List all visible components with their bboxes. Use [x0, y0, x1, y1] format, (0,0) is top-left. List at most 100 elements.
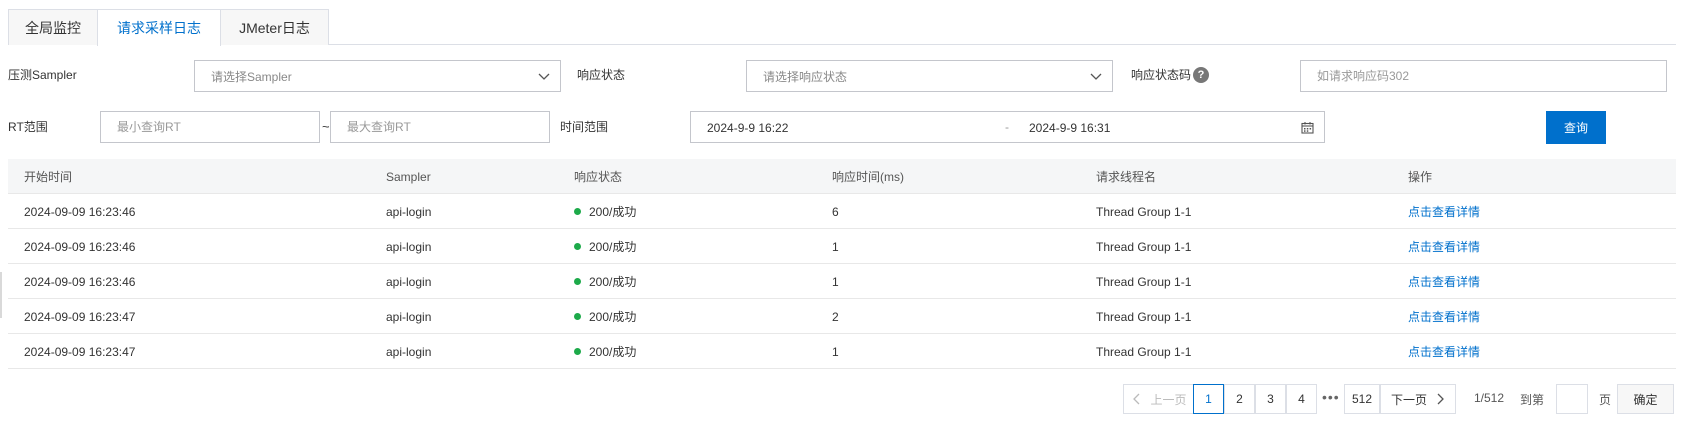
cell-start-time: 2024-09-09 16:23:46 — [24, 204, 136, 219]
cell-status: 200/成功 — [574, 264, 636, 299]
page-button-last[interactable]: 512 — [1344, 384, 1380, 414]
goto-page-input[interactable] — [1556, 384, 1588, 414]
page-unit-label: 页 — [1599, 393, 1612, 407]
sampler-label: 压测Sampler — [8, 68, 77, 82]
page-button-2[interactable]: 2 — [1224, 384, 1255, 414]
time-range-picker[interactable]: 2024-9-9 16:22 - 2024-9-9 16:31 — [690, 111, 1325, 143]
page-summary: 1/512 — [1474, 391, 1505, 405]
tab-request-sampling-log[interactable]: 请求采样日志 — [97, 9, 221, 46]
goto-label: 到第 — [1520, 393, 1545, 407]
column-header-status: 响应状态 — [574, 170, 623, 184]
page-button-4[interactable]: 4 — [1286, 384, 1317, 414]
cell-sampler: api-login — [386, 239, 432, 254]
cell-thread-name: Thread Group 1-1 — [1096, 344, 1192, 359]
table-row: 2024-09-09 16:23:46 api-login 200/成功 6 T… — [8, 194, 1676, 229]
query-button[interactable]: 查询 — [1546, 111, 1606, 144]
cell-thread-name: Thread Group 1-1 — [1096, 239, 1192, 254]
cell-response-time: 1 — [832, 274, 839, 289]
cell-sampler: api-login — [386, 309, 432, 324]
chevron-down-icon — [538, 73, 550, 80]
cell-thread-name: Thread Group 1-1 — [1096, 274, 1192, 289]
prev-page-button[interactable]: 上一页 — [1123, 384, 1196, 414]
cell-thread-name: Thread Group 1-1 — [1096, 204, 1192, 219]
code-input[interactable] — [1300, 60, 1667, 92]
status-text: 200/成功 — [589, 205, 637, 219]
goto-page-field[interactable] — [1557, 385, 1587, 413]
status-text: 200/成功 — [589, 275, 637, 289]
success-status-dot — [574, 243, 581, 250]
view-details-link[interactable]: 点击查看详情 — [1408, 194, 1480, 229]
view-details-link[interactable]: 点击查看详情 — [1408, 334, 1480, 369]
tab-bar: 全局监控 JMeter日志 请求采样日志 — [8, 9, 1676, 46]
cell-response-time: 6 — [832, 204, 839, 219]
cell-status: 200/成功 — [574, 334, 636, 369]
left-edge-handle — [0, 272, 2, 318]
confirm-goto-button[interactable]: 确定 — [1617, 384, 1674, 414]
cell-status: 200/成功 — [574, 299, 636, 334]
cell-response-time: 1 — [832, 239, 839, 254]
sampler-select-placeholder: 请选择Sampler — [211, 69, 292, 84]
column-header-sampler: Sampler — [386, 169, 431, 184]
status-label: 响应状态 — [577, 68, 626, 82]
calendar-icon[interactable] — [1301, 121, 1314, 134]
view-details-link[interactable]: 点击查看详情 — [1408, 229, 1480, 264]
rt-max-input[interactable] — [330, 111, 550, 143]
cell-status: 200/成功 — [574, 194, 636, 229]
time-range-start[interactable]: 2024-9-9 16:22 — [707, 121, 788, 135]
cell-response-time: 2 — [832, 309, 839, 324]
rt-label: RT范围 — [8, 120, 48, 134]
prev-page-label: 上一页 — [1150, 392, 1187, 407]
cell-thread-name: Thread Group 1-1 — [1096, 309, 1192, 324]
tab-jmeter-log[interactable]: JMeter日志 — [220, 9, 329, 45]
help-icon[interactable]: ? — [1193, 67, 1209, 83]
cell-sampler: api-login — [386, 274, 432, 289]
rt-max-field[interactable] — [347, 120, 549, 134]
status-text: 200/成功 — [589, 345, 637, 359]
code-label: 响应状态码 — [1131, 68, 1192, 82]
cell-start-time: 2024-09-09 16:23:46 — [24, 274, 136, 289]
page-button-1[interactable]: 1 — [1193, 384, 1224, 414]
table-header: 开始时间 Sampler 响应状态 响应时间(ms) 请求线程名 操作 — [8, 159, 1676, 194]
table-row: 2024-09-09 16:23:46 api-login 200/成功 1 T… — [8, 229, 1676, 264]
rt-min-field[interactable] — [117, 120, 319, 134]
column-header-action: 操作 — [1408, 170, 1433, 184]
column-header-response-time: 响应时间(ms) — [832, 170, 904, 184]
cell-response-time: 1 — [832, 344, 839, 359]
status-select-placeholder: 请选择响应状态 — [763, 69, 848, 84]
time-range-label: 时间范围 — [560, 120, 609, 134]
table-row: 2024-09-09 16:23:47 api-login 200/成功 2 T… — [8, 299, 1676, 334]
cell-start-time: 2024-09-09 16:23:46 — [24, 239, 136, 254]
column-header-start-time: 开始时间 — [24, 170, 73, 184]
cell-start-time: 2024-09-09 16:23:47 — [24, 309, 136, 324]
success-status-dot — [574, 313, 581, 320]
sample-log-table: 开始时间 Sampler 响应状态 响应时间(ms) 请求线程名 操作 2024… — [8, 159, 1676, 369]
page-button-3[interactable]: 3 — [1255, 384, 1286, 414]
sampler-select[interactable]: 请选择Sampler — [194, 60, 561, 92]
tab-global-monitor[interactable]: 全局监控 — [8, 9, 98, 45]
page-ellipsis: ••• — [1322, 389, 1340, 405]
success-status-dot — [574, 278, 581, 285]
cell-sampler: api-login — [386, 204, 432, 219]
next-page-label: 下一页 — [1390, 392, 1427, 407]
time-range-separator: - — [1005, 120, 1009, 134]
status-text: 200/成功 — [589, 240, 637, 254]
view-details-link[interactable]: 点击查看详情 — [1408, 264, 1480, 299]
rt-min-input[interactable] — [100, 111, 320, 143]
column-header-thread-name: 请求线程名 — [1096, 170, 1157, 184]
table-row: 2024-09-09 16:23:46 api-login 200/成功 1 T… — [8, 264, 1676, 299]
status-text: 200/成功 — [589, 310, 637, 324]
time-range-end[interactable]: 2024-9-9 16:31 — [1029, 121, 1110, 135]
chevron-right-icon — [1437, 393, 1444, 405]
chevron-down-icon — [1090, 73, 1102, 80]
status-select[interactable]: 请选择响应状态 — [746, 60, 1113, 92]
cell-start-time: 2024-09-09 16:23:47 — [24, 344, 136, 359]
success-status-dot — [574, 208, 581, 215]
next-page-button[interactable]: 下一页 — [1380, 384, 1456, 414]
view-details-link[interactable]: 点击查看详情 — [1408, 299, 1480, 334]
chevron-left-icon — [1133, 393, 1140, 405]
cell-sampler: api-login — [386, 344, 432, 359]
code-input-field[interactable] — [1317, 69, 1666, 83]
table-row: 2024-09-09 16:23:47 api-login 200/成功 1 T… — [8, 334, 1676, 369]
cell-status: 200/成功 — [574, 229, 636, 264]
success-status-dot — [574, 348, 581, 355]
